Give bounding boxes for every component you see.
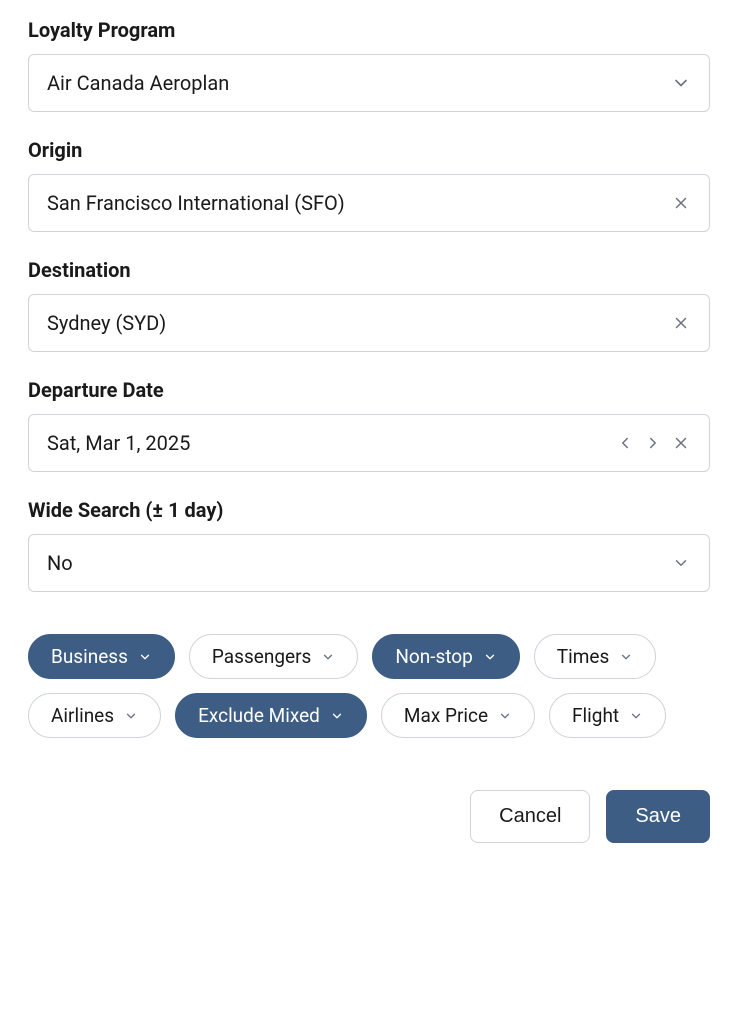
chevron-down-icon [330, 709, 344, 723]
loyalty-program-value: Air Canada Aeroplan [47, 71, 671, 95]
flight-chip[interactable]: Flight [549, 693, 666, 738]
origin-field: Origin San Francisco International (SFO) [28, 138, 710, 232]
times-chip-label: Times [557, 645, 610, 668]
chevron-down-icon [138, 650, 152, 664]
nonstop-chip[interactable]: Non-stop [372, 634, 519, 679]
chevron-down-icon [498, 709, 512, 723]
filter-chip-row: Business Passengers Non-stop Times Airli… [28, 634, 710, 738]
loyalty-program-field: Loyalty Program Air Canada Aeroplan [28, 18, 710, 112]
max-price-chip-label: Max Price [404, 704, 488, 727]
departure-next-icon[interactable] [643, 433, 663, 453]
loyalty-program-select[interactable]: Air Canada Aeroplan [28, 54, 710, 112]
departure-date-value: Sat, Mar 1, 2025 [47, 431, 615, 455]
departure-date-controls [615, 433, 691, 453]
airlines-chip[interactable]: Airlines [28, 693, 161, 738]
destination-clear-icon[interactable] [671, 313, 691, 333]
save-button[interactable]: Save [606, 790, 710, 843]
chevron-down-icon [483, 650, 497, 664]
wide-search-value: No [47, 551, 671, 575]
chevron-down-icon [671, 553, 691, 573]
passengers-chip-label: Passengers [212, 645, 311, 668]
chevron-down-icon [629, 709, 643, 723]
origin-input[interactable]: San Francisco International (SFO) [28, 174, 710, 232]
times-chip[interactable]: Times [534, 634, 657, 679]
departure-clear-icon[interactable] [671, 433, 691, 453]
chevron-down-icon [619, 650, 633, 664]
loyalty-program-label: Loyalty Program [28, 18, 710, 42]
chevron-down-icon [124, 709, 138, 723]
destination-input[interactable]: Sydney (SYD) [28, 294, 710, 352]
departure-prev-icon[interactable] [615, 433, 635, 453]
wide-search-field: Wide Search (± 1 day) No [28, 498, 710, 592]
wide-search-label: Wide Search (± 1 day) [28, 498, 710, 522]
origin-value: San Francisco International (SFO) [47, 191, 671, 215]
cancel-button[interactable]: Cancel [470, 790, 590, 843]
airlines-chip-label: Airlines [51, 704, 114, 727]
departure-date-label: Departure Date [28, 378, 710, 402]
flight-chip-label: Flight [572, 704, 619, 727]
destination-value: Sydney (SYD) [47, 311, 671, 335]
origin-clear-icon[interactable] [671, 193, 691, 213]
departure-date-input[interactable]: Sat, Mar 1, 2025 [28, 414, 710, 472]
exclude-mixed-chip[interactable]: Exclude Mixed [175, 693, 367, 738]
wide-search-select[interactable]: No [28, 534, 710, 592]
button-row: Cancel Save [28, 790, 710, 843]
nonstop-chip-label: Non-stop [395, 645, 472, 668]
destination-field: Destination Sydney (SYD) [28, 258, 710, 352]
chevron-down-icon [671, 73, 691, 93]
business-chip-label: Business [51, 645, 128, 668]
destination-label: Destination [28, 258, 710, 282]
origin-label: Origin [28, 138, 710, 162]
max-price-chip[interactable]: Max Price [381, 693, 535, 738]
chevron-down-icon [321, 650, 335, 664]
passengers-chip[interactable]: Passengers [189, 634, 358, 679]
business-chip[interactable]: Business [28, 634, 175, 679]
departure-date-field: Departure Date Sat, Mar 1, 2025 [28, 378, 710, 472]
exclude-mixed-chip-label: Exclude Mixed [198, 704, 320, 727]
